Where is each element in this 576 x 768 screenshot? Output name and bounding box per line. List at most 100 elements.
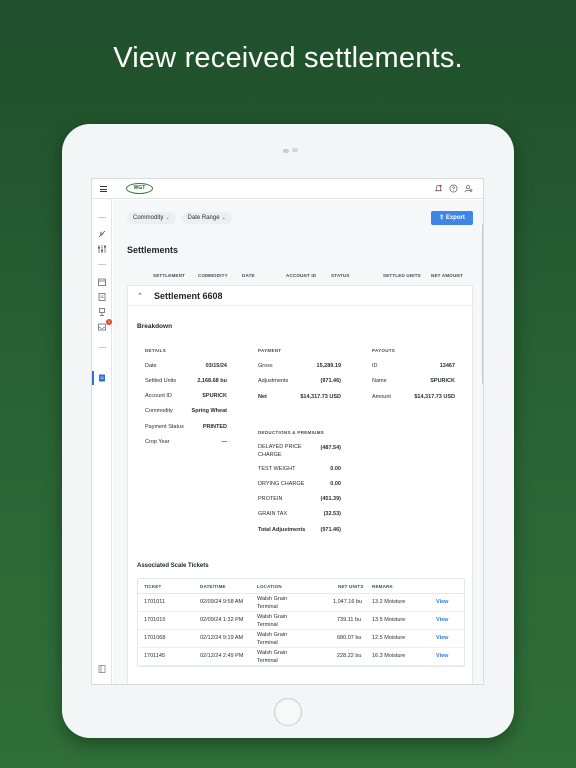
net-units-column-header[interactable]: NET UNITS xyxy=(338,584,364,589)
column-header-commodity[interactable]: COMMODITY xyxy=(198,273,228,278)
ticket-column-header[interactable]: TICKET xyxy=(144,584,161,589)
deduction-label: TEST WEIGHT xyxy=(258,466,296,472)
user-settings-icon[interactable] xyxy=(464,184,473,193)
collapse-sidebar-icon[interactable] xyxy=(97,664,107,674)
payout-value: SPURICK xyxy=(430,378,455,384)
ticket-datetime: 02/09/24 9:58 AM xyxy=(200,599,244,605)
view-ticket-link[interactable]: View xyxy=(436,599,448,605)
date-range-filter[interactable]: Date Range ⌄ xyxy=(181,212,232,224)
ticket-datetime: 02/12/24 9:19 AM xyxy=(200,635,244,641)
payout-label: ID xyxy=(372,363,378,369)
location-column-header[interactable]: LOCATION xyxy=(257,584,282,589)
payout-label: Amount xyxy=(372,394,391,400)
ticket-number: 1701068 xyxy=(144,635,166,641)
payment-row: Gross 15,289.19 xyxy=(258,363,341,369)
detail-label: Settled Units xyxy=(145,378,177,384)
detail-value: 2,168.68 bu xyxy=(197,378,227,384)
payment-label: Net xyxy=(258,394,267,400)
calendar-icon[interactable] xyxy=(97,277,107,287)
detail-label: Crop Year xyxy=(145,439,170,445)
deduction-value: (487.54) xyxy=(320,445,342,451)
ticket-location: Walsh Grain Terminal xyxy=(257,614,288,628)
sensor-icon xyxy=(292,148,298,152)
detail-label: Date xyxy=(145,363,157,369)
detail-row: Date 03/15/24 xyxy=(145,363,227,369)
ticket-net-units: 1,047.16 bu xyxy=(333,599,363,605)
detail-row: Settled Units 2,168.68 bu xyxy=(145,378,227,384)
detail-value: Spring Wheat xyxy=(191,408,227,414)
ticket-net-units: 680.07 bu xyxy=(337,635,362,641)
payment-heading: PAYMENT xyxy=(258,348,282,353)
sliders-icon[interactable] xyxy=(97,244,107,254)
export-label: Export xyxy=(445,215,465,221)
payout-row: Name SPURICK xyxy=(372,378,455,384)
deduction-value: 0.00 xyxy=(330,481,341,487)
ticket-datetime: 02/09/24 1:32 PM xyxy=(200,617,244,623)
payout-label: Name xyxy=(372,378,387,384)
column-header-net-amount[interactable]: NET AMOUNT xyxy=(431,273,463,278)
page-title: Settlements xyxy=(127,245,179,255)
detail-row: Account ID SPURICK xyxy=(145,393,227,399)
settlement-card-header[interactable]: ⌃ Settlement 6608 xyxy=(128,286,474,306)
deduction-row: DELAYED PRICE CHARGE (487.54) xyxy=(258,443,341,459)
sidebar-divider xyxy=(98,264,106,265)
deduction-value: (971.46) xyxy=(320,527,342,533)
settlements-icon[interactable] xyxy=(97,373,107,383)
detail-row: Commodity Spring Wheat xyxy=(145,408,227,414)
settlement-card: ⌃ Settlement 6608 Breakdown DETAILS Date… xyxy=(127,285,474,684)
payout-value: 13467 xyxy=(439,363,455,369)
column-header-date[interactable]: DATE xyxy=(242,273,255,278)
active-indicator xyxy=(92,371,94,385)
deduction-row: TEST WEIGHT 0.00 xyxy=(258,466,341,472)
settlement-title: Settlement 6608 xyxy=(154,291,223,301)
ticket-net-units: 228.22 bu xyxy=(337,653,362,659)
chevron-up-icon[interactable]: ⌃ xyxy=(137,292,143,300)
scale-ticket-icon[interactable] xyxy=(97,307,107,317)
ticket-remark: 13.2 Moisture xyxy=(372,599,406,605)
deduction-total-row: Total Adjustments (971.46) xyxy=(258,527,341,533)
detail-value: PRINTED xyxy=(202,424,227,430)
deduction-row: DRYING CHARGE 0.00 xyxy=(258,481,341,487)
view-ticket-link[interactable]: View xyxy=(436,617,448,623)
ticket-datetime: 02/12/24 2:49 PM xyxy=(200,653,244,659)
deduction-value: (451.39) xyxy=(320,496,342,502)
commodity-filter[interactable]: Commodity ⌄ xyxy=(127,212,176,224)
view-ticket-link[interactable]: View xyxy=(436,653,448,659)
camera-icon xyxy=(283,149,289,153)
deduction-label: DRYING CHARGE xyxy=(258,481,305,487)
detail-value: 03/15/24 xyxy=(205,363,227,369)
payment-value: $14,317.73 USD xyxy=(300,394,341,400)
remark-column-header[interactable]: REMARK xyxy=(372,584,393,589)
payment-value: 15,289.19 xyxy=(316,363,341,369)
table-row: 1701011 02/09/24 9:58 AM Walsh Grain Ter… xyxy=(138,594,464,612)
top-bar: WGT xyxy=(92,179,483,199)
scrollbar[interactable] xyxy=(482,224,483,384)
scale-tickets-heading: Associated Scale Tickets xyxy=(137,563,209,569)
home-button[interactable] xyxy=(274,698,302,726)
ticket-number: 1701015 xyxy=(144,617,166,623)
ticket-remark: 13.5 Moisture xyxy=(372,617,406,623)
ticket-number: 1701011 xyxy=(144,599,166,605)
ticket-number: 1701145 xyxy=(144,653,166,659)
contract-icon[interactable] xyxy=(97,292,107,302)
payment-row: Adjustments (971.46) xyxy=(258,378,341,384)
detail-row: Crop Year — xyxy=(145,439,227,445)
help-icon[interactable] xyxy=(449,184,458,193)
datetime-column-header[interactable]: DATE/TIME xyxy=(200,584,226,589)
column-header-settlement[interactable]: SETTLEMENT xyxy=(153,273,185,278)
brand-logo[interactable]: WGT xyxy=(126,183,153,194)
detail-label: Payment Status xyxy=(145,424,184,430)
column-header-account-id[interactable]: ACCOUNT ID xyxy=(286,273,316,278)
bell-icon[interactable] xyxy=(434,184,443,193)
table-row: 1701068 02/12/24 9:19 AM Walsh Grain Ter… xyxy=(138,630,464,648)
menu-icon[interactable] xyxy=(100,186,107,194)
deduction-label: DELAYED PRICE CHARGE xyxy=(258,444,302,458)
export-button[interactable]: ⇧ Export xyxy=(431,211,473,225)
sidebar-divider xyxy=(98,217,106,218)
view-ticket-link[interactable]: View xyxy=(436,635,448,641)
column-header-settled-units[interactable]: SETTLED UNITS xyxy=(383,273,421,278)
promo-headline: View received settlements. xyxy=(113,42,463,74)
column-header-status[interactable]: STATUS xyxy=(331,273,350,278)
payment-net-row: Net $14,317.73 USD xyxy=(258,394,341,400)
wheat-icon[interactable] xyxy=(97,229,107,239)
